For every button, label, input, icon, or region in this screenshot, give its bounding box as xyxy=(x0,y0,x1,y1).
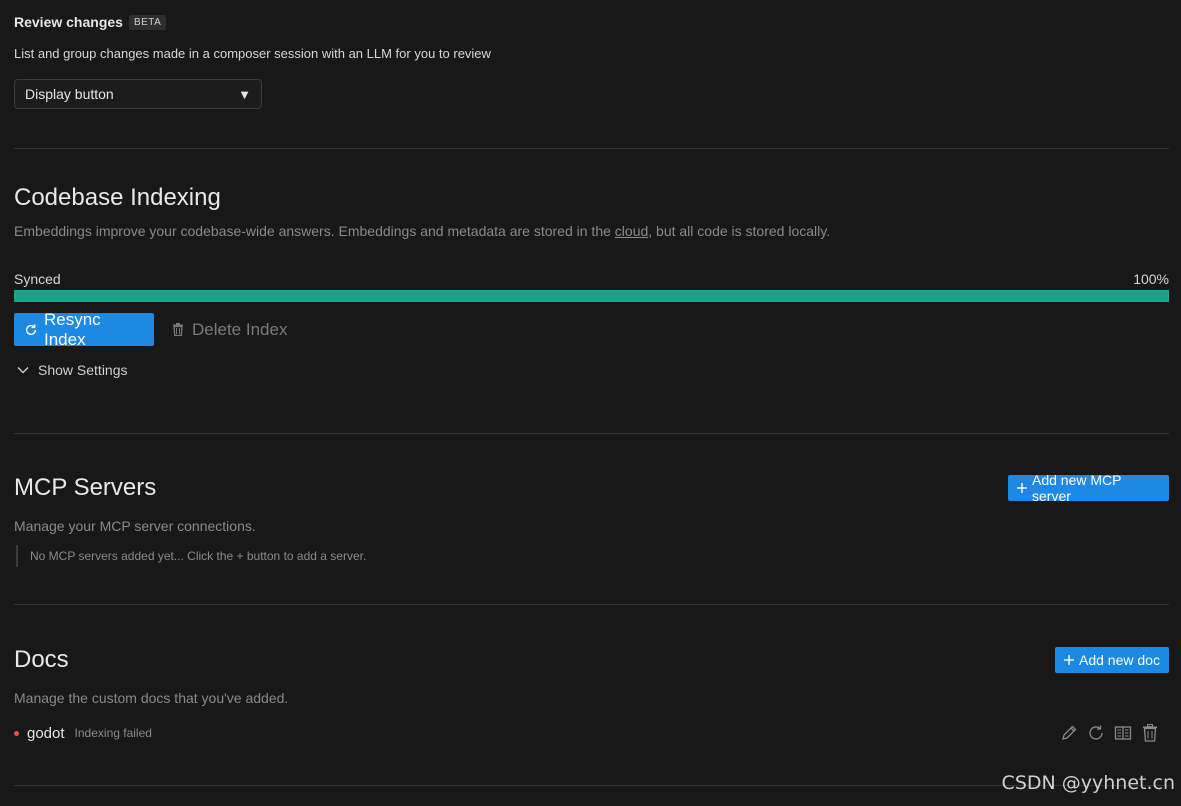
section-divider xyxy=(14,433,1169,434)
settings-page: Review changes BETA List and group chang… xyxy=(0,0,1181,806)
chevron-down-icon: ▼ xyxy=(238,86,251,102)
delete-index-button[interactable]: Delete Index xyxy=(172,313,287,346)
review-display-select-value: Display button xyxy=(25,86,114,102)
add-doc-label: Add new doc xyxy=(1079,652,1160,668)
trash-icon xyxy=(172,323,184,336)
docs-title: Docs xyxy=(14,646,69,673)
docs-description: Manage the custom docs that you've added… xyxy=(14,690,289,706)
section-divider xyxy=(14,148,1169,149)
trash-icon[interactable] xyxy=(1140,724,1159,743)
add-mcp-server-button[interactable]: Add new MCP server xyxy=(1008,472,1169,504)
status-dot-icon xyxy=(14,730,19,736)
refresh-icon[interactable] xyxy=(1086,724,1105,743)
plus-icon xyxy=(1063,654,1075,666)
cloud-link[interactable]: cloud xyxy=(615,223,648,239)
review-display-select[interactable]: Display button ▼ xyxy=(14,79,262,109)
show-settings-toggle[interactable]: Show Settings xyxy=(16,362,128,378)
indexing-desc-text-end: , but all code is stored locally. xyxy=(648,223,831,239)
list-item: godot Indexing failed xyxy=(14,721,1169,745)
doc-actions xyxy=(1059,721,1159,745)
index-progress-bar xyxy=(14,290,1169,302)
mcp-servers-title: MCP Servers xyxy=(14,474,157,501)
resync-index-button[interactable]: Resync Index xyxy=(14,310,154,349)
beta-badge: BETA xyxy=(128,14,167,30)
review-changes-header: Review changes BETA xyxy=(14,14,167,30)
index-progress-fill xyxy=(14,290,1169,302)
watermark: CSDN @yyhnet.cn xyxy=(1001,772,1175,794)
indexing-desc-text: Embeddings improve your codebase-wide an… xyxy=(14,223,615,239)
doc-name: godot xyxy=(27,724,65,742)
index-status-label: Synced xyxy=(14,271,61,287)
section-divider xyxy=(14,785,1169,786)
book-icon[interactable] xyxy=(1113,724,1132,743)
section-divider xyxy=(14,604,1169,605)
doc-status: Indexing failed xyxy=(74,726,152,740)
mcp-servers-description: Manage your MCP server connections. xyxy=(14,518,256,534)
resync-index-label: Resync Index xyxy=(44,309,101,349)
codebase-indexing-title: Codebase Indexing xyxy=(14,184,221,211)
add-doc-button[interactable]: Add new doc xyxy=(1055,647,1169,673)
mcp-empty-message: No MCP servers added yet... Click the + … xyxy=(16,545,366,567)
review-changes-description: List and group changes made in a compose… xyxy=(14,46,491,61)
chevron-down-icon xyxy=(16,363,30,377)
index-percent-label: 100% xyxy=(1133,271,1169,287)
review-changes-title: Review changes xyxy=(14,14,123,30)
refresh-icon xyxy=(24,323,38,337)
edit-icon[interactable] xyxy=(1059,724,1078,743)
delete-index-label: Delete Index xyxy=(192,319,288,339)
codebase-indexing-description: Embeddings improve your codebase-wide an… xyxy=(14,223,830,239)
plus-icon xyxy=(1016,482,1028,494)
add-mcp-server-label: Add new MCP server xyxy=(1032,472,1122,504)
show-settings-label: Show Settings xyxy=(38,362,128,378)
